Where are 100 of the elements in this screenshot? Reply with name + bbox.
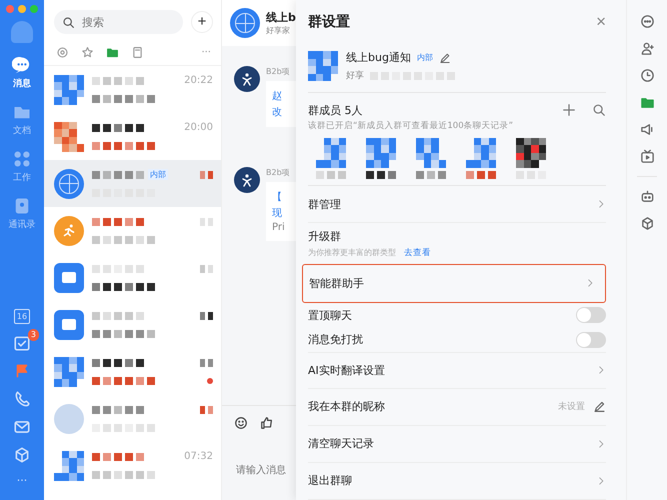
- blurred-text: [92, 358, 144, 366]
- group-description: 好享: [346, 70, 364, 82]
- thumbs-up-icon[interactable]: [260, 416, 274, 430]
- more-button[interactable]: ···: [16, 474, 28, 487]
- nav-tab[interactable]: 文档: [12, 96, 32, 143]
- folder-icon[interactable]: [640, 95, 654, 110]
- add-button[interactable]: +: [191, 11, 213, 33]
- nav-tab[interactable]: 通讯录: [8, 190, 36, 237]
- chat-bubble-icon: [12, 55, 32, 75]
- blurred-text: [92, 406, 144, 414]
- chat-subtitle: 好享家: [266, 25, 291, 36]
- blurred-text: [466, 170, 496, 179]
- grid-icon: [12, 149, 32, 169]
- more-icon[interactable]: [640, 14, 654, 29]
- sender-name: B2b项: [266, 167, 291, 178]
- nav-tab[interactable]: 消息: [12, 49, 32, 96]
- blurred-text: [92, 76, 144, 84]
- cube-icon[interactable]: [640, 216, 654, 231]
- internal-tag: 内部: [148, 169, 168, 180]
- blurred-text: [92, 282, 155, 290]
- blurred-text: [92, 236, 155, 244]
- chat-list-item[interactable]: 20:22: [44, 66, 221, 113]
- toggle-switch[interactable]: [576, 332, 606, 348]
- blurred-text: [200, 358, 213, 366]
- blurred-text: [200, 312, 213, 320]
- settings-row[interactable]: 退出群聊: [308, 462, 606, 500]
- group-name: 线上bug通知: [346, 50, 411, 65]
- close-button[interactable]: ×: [596, 12, 606, 32]
- message-input[interactable]: 请输入消息: [222, 440, 296, 500]
- chat-list-item[interactable]: 07:32: [44, 442, 221, 489]
- pixelated-avatar: [416, 138, 446, 168]
- blurred-text: [92, 470, 155, 478]
- message-time: 07:32: [184, 451, 213, 462]
- message-text: 现: [272, 207, 283, 220]
- tv-icon[interactable]: [640, 149, 654, 164]
- pixelated-avatar: [54, 356, 84, 386]
- settings-row[interactable]: AI实时翻译设置: [308, 352, 606, 389]
- blurred-text: [92, 170, 144, 178]
- blurred-text: [200, 170, 213, 178]
- settings-row[interactable]: 清空聊天记录: [308, 426, 606, 463]
- members-note: 该群已开启“新成员入群可查看最近100条聊天记录”: [308, 120, 514, 132]
- unread-badge: 3: [28, 329, 39, 341]
- internal-tag: 内部: [416, 52, 433, 63]
- at-icon[interactable]: [56, 46, 69, 59]
- search-icon: [62, 16, 75, 28]
- mail-icon[interactable]: [13, 418, 31, 436]
- search-input[interactable]: 搜索: [80, 14, 170, 30]
- folder-icon[interactable]: [106, 46, 119, 59]
- blurred-text: [92, 424, 155, 432]
- calendar-button[interactable]: 16: [14, 309, 30, 324]
- checkbox-icon[interactable]: [13, 334, 31, 352]
- pixelated-avatar: [54, 74, 84, 104]
- pixelated-avatar: [366, 138, 396, 168]
- pencil-icon[interactable]: [593, 400, 606, 414]
- view-link[interactable]: 去查看: [404, 246, 431, 258]
- blurred-text: [92, 312, 144, 320]
- message-text: Pri: [272, 222, 286, 233]
- message-text: 赵: [272, 90, 283, 103]
- chat-title: 线上b: [266, 10, 296, 25]
- sender-name: B2b项: [266, 66, 291, 77]
- panel-title: 群设置: [308, 13, 350, 31]
- members-title: 群成员 5人: [308, 102, 362, 118]
- message-text: 改: [272, 106, 283, 119]
- clock-icon[interactable]: [640, 68, 654, 83]
- phone-icon[interactable]: [13, 390, 31, 408]
- document-icon[interactable]: [131, 46, 144, 59]
- photo-placeholder: [54, 404, 84, 434]
- blurred-text: [92, 94, 155, 102]
- search-field[interactable]: 搜索: [54, 10, 183, 34]
- pixelated-avatar: [466, 138, 496, 168]
- add-icon[interactable]: [562, 103, 576, 118]
- toggle-switch[interactable]: [576, 307, 606, 324]
- cube-icon[interactable]: [13, 446, 31, 464]
- row-label: 消息免打扰: [308, 332, 363, 348]
- message-time: 20:00: [184, 122, 213, 133]
- blurred-text: [200, 406, 213, 414]
- blurred-text: [92, 330, 155, 338]
- chat-bubble-avatar: [54, 262, 84, 292]
- pixelated-avatar: [54, 450, 84, 480]
- row-description: 为你推荐更丰富的群类型: [308, 246, 396, 258]
- blurred-text: [92, 452, 144, 460]
- nickname-value: 未设置: [558, 400, 585, 414]
- pencil-icon[interactable]: [438, 52, 451, 64]
- search-icon[interactable]: [592, 103, 606, 118]
- megaphone-icon[interactable]: [640, 122, 654, 137]
- pixelated-avatar: [516, 138, 546, 168]
- blurred-text: [200, 264, 213, 272]
- chat-list-item[interactable]: 内部: [44, 160, 221, 207]
- chat-list-item[interactable]: 20:00: [44, 113, 221, 160]
- robot-icon[interactable]: [640, 189, 654, 204]
- nav-tab[interactable]: 工作: [12, 143, 32, 190]
- note-avatar: [54, 310, 84, 340]
- row-label: 升级群: [308, 228, 342, 244]
- smiley-icon[interactable]: [234, 416, 248, 430]
- star-icon[interactable]: [81, 46, 94, 59]
- settings-row[interactable]: 群管理: [308, 186, 606, 224]
- add-user-icon[interactable]: [640, 41, 654, 56]
- settings-row[interactable]: 智能群助手: [302, 264, 606, 303]
- more-button[interactable]: ···: [201, 47, 211, 58]
- blurred-text: [92, 142, 155, 150]
